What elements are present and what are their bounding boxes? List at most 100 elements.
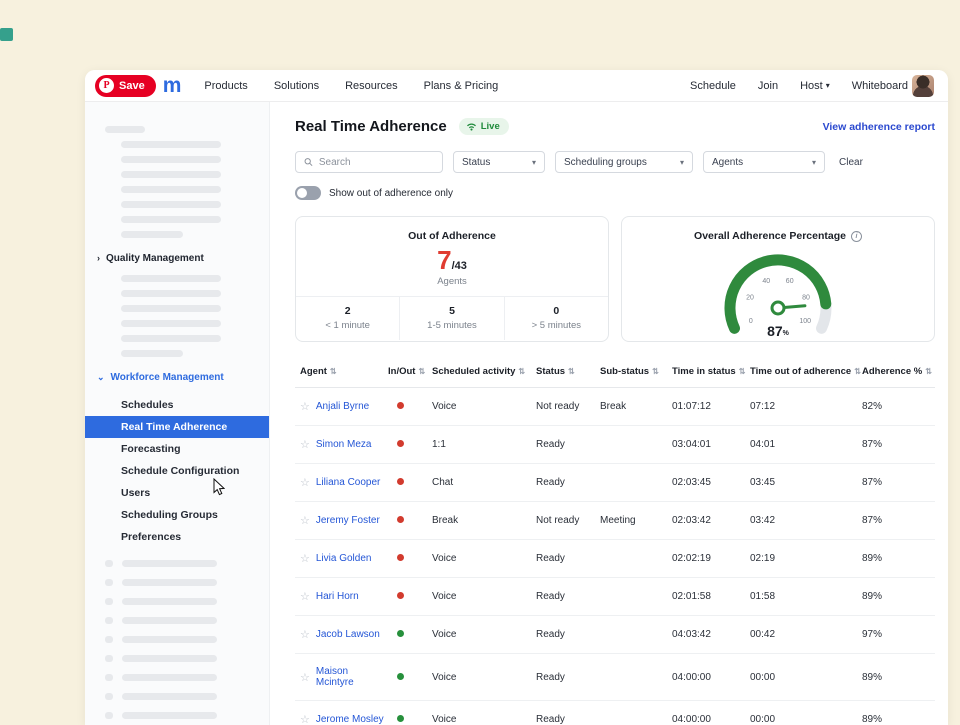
sidebar-section-quality-management[interactable]: › Quality Management [97, 253, 269, 264]
table-row[interactable]: ☆ Jeremy Foster Break Not ready Meeting … [295, 502, 935, 540]
table-row[interactable]: ☆ Anjali Byrne Voice Not ready Break 01:… [295, 388, 935, 426]
nav-link[interactable]: Host▾ [800, 80, 830, 92]
skeleton-bar [121, 141, 221, 148]
adherence-cell: 89% [862, 591, 935, 602]
column-header[interactable]: Time out of adherence ⇅ [750, 366, 862, 377]
search-input[interactable] [319, 157, 434, 168]
column-header[interactable]: Status ⇅ [536, 366, 600, 377]
inout-status-dot [397, 715, 404, 722]
brand-logo[interactable]: m [163, 75, 181, 96]
in-out-cell [388, 553, 432, 564]
star-icon[interactable]: ☆ [300, 671, 310, 684]
star-icon[interactable]: ☆ [300, 438, 310, 451]
skeleton-bar [121, 156, 221, 163]
agent-cell: ☆ Hari Horn [300, 590, 388, 603]
sidebar-item[interactable]: Preferences [85, 526, 269, 548]
agent-link[interactable]: Maison Mcintyre [316, 666, 388, 688]
nav-link[interactable]: Join [758, 80, 778, 92]
column-header[interactable]: Scheduled activity ⇅ [432, 366, 536, 377]
star-icon[interactable]: ☆ [300, 590, 310, 603]
scheduled-activity-cell: Voice [432, 553, 536, 564]
agent-link[interactable]: Jeremy Foster [316, 515, 380, 526]
svg-text:40: 40 [762, 278, 770, 285]
workforce-submenu: Schedules Real Time Adherence Forecastin… [85, 394, 269, 548]
table-row[interactable]: ☆ Livia Golden Voice Ready 02:02:19 02:1… [295, 540, 935, 578]
sidebar-section-workforce-management[interactable]: ⌄ Workforce Management [97, 372, 269, 383]
agent-link[interactable]: Jacob Lawson [316, 629, 380, 640]
nav-link[interactable]: Solutions [274, 80, 319, 92]
nav-link[interactable]: Whiteboard [852, 80, 908, 92]
card-title: Overall Adherence Percentage [694, 230, 846, 242]
sidebar-item[interactable]: Real Time Adherence [85, 416, 269, 438]
column-header[interactable]: Sub-status ⇅ [600, 366, 672, 377]
search-input-wrapper [295, 151, 443, 173]
secondary-nav: Schedule Join Host▾ Whiteboard [690, 80, 908, 92]
sub-status-cell: Meeting [600, 515, 672, 526]
star-icon[interactable]: ☆ [300, 552, 310, 565]
overall-adherence-card: Overall Adherence Percentage i 020406080… [621, 216, 935, 342]
table-row[interactable]: ☆ Liliana Cooper Chat Ready 02:03:45 03:… [295, 464, 935, 502]
time-in-status-cell: 04:00:00 [672, 672, 750, 683]
agent-link[interactable]: Hari Horn [316, 591, 359, 602]
nav-link[interactable]: Plans & Pricing [424, 80, 499, 92]
table-row[interactable]: ☆ Jerome Mosley Voice Ready 04:00:00 00:… [295, 701, 935, 725]
agent-link[interactable]: Anjali Byrne [316, 401, 369, 412]
star-icon[interactable]: ☆ [300, 713, 310, 725]
table-row[interactable]: ☆ Hari Horn Voice Ready 02:01:58 01:58 8… [295, 578, 935, 616]
table-row[interactable]: ☆ Maison Mcintyre Voice Ready 04:00:00 0… [295, 654, 935, 701]
sidebar-item[interactable]: Users [85, 482, 269, 504]
column-header[interactable]: Agent ⇅ [300, 366, 388, 377]
sidebar-item[interactable]: Schedules [85, 394, 269, 416]
skeleton-row [105, 674, 269, 681]
time-out-of-adherence-cell: 02:19 [750, 553, 862, 564]
filter-dropdown[interactable]: Status ▾ [453, 151, 545, 173]
pinterest-save-button[interactable]: P Save [95, 75, 156, 97]
time-out-of-adherence-cell: 03:45 [750, 477, 862, 488]
column-header[interactable]: In/Out ⇅ [388, 366, 432, 377]
clear-filters-link[interactable]: Clear [839, 157, 863, 168]
agent-link[interactable]: Simon Meza [316, 439, 372, 450]
adherence-cell: 89% [862, 553, 935, 564]
column-header[interactable]: Adherence % ⇅ [862, 366, 935, 377]
star-icon[interactable]: ☆ [300, 400, 310, 413]
filter-dropdown[interactable]: Agents ▾ [703, 151, 825, 173]
skeleton-row [105, 560, 269, 567]
info-icon[interactable]: i [851, 231, 862, 242]
table-row[interactable]: ☆ Jacob Lawson Voice Ready 04:03:42 00:4… [295, 616, 935, 654]
table-row[interactable]: ☆ Simon Meza 1:1 Ready 03:04:01 04:01 87… [295, 426, 935, 464]
table-header: Agent ⇅ In/Out ⇅ Scheduled activity ⇅ [295, 358, 935, 388]
adherence-table: Agent ⇅ In/Out ⇅ Scheduled activity ⇅ [295, 358, 935, 725]
star-icon[interactable]: ☆ [300, 514, 310, 527]
skeleton-bar [121, 350, 183, 357]
inout-status-dot [397, 554, 404, 561]
column-header[interactable]: Time in status ⇅ [672, 366, 750, 377]
sidebar-item[interactable]: Scheduling Groups [85, 504, 269, 526]
status-cell: Ready [536, 439, 600, 450]
star-icon[interactable]: ☆ [300, 476, 310, 489]
star-icon[interactable]: ☆ [300, 628, 310, 641]
toggle-label: Show out of adherence only [329, 188, 453, 199]
out-of-adherence-toggle[interactable] [295, 186, 321, 200]
view-adherence-report-link[interactable]: View adherence report [823, 121, 935, 133]
sort-icon: ⇅ [925, 367, 932, 376]
nav-link[interactable]: Resources [345, 80, 398, 92]
adherence-breakdown: 2 < 1 minute 5 1-5 minutes 0 > 5 m [296, 296, 608, 340]
in-out-cell [388, 477, 432, 488]
corner-accent [0, 28, 13, 41]
nav-link[interactable]: Schedule [690, 80, 736, 92]
time-in-status-cell: 04:03:42 [672, 629, 750, 640]
user-avatar[interactable] [912, 75, 934, 97]
sidebar-item[interactable]: Schedule Configuration [85, 460, 269, 482]
adherence-cell: 89% [862, 672, 935, 683]
sidebar-item[interactable]: Forecasting [85, 438, 269, 460]
agent-link[interactable]: Liliana Cooper [316, 477, 381, 488]
mouse-cursor [213, 478, 225, 496]
sort-icon: ⇅ [854, 367, 861, 376]
page-title: Real Time Adherence [295, 118, 447, 135]
nav-link[interactable]: Products [204, 80, 247, 92]
adherence-cell: 82% [862, 401, 935, 412]
inout-status-dot [397, 592, 404, 599]
scheduled-activity-cell: Chat [432, 477, 536, 488]
filter-dropdown[interactable]: Scheduling groups ▾ [555, 151, 693, 173]
agent-link[interactable]: Livia Golden [316, 553, 372, 564]
